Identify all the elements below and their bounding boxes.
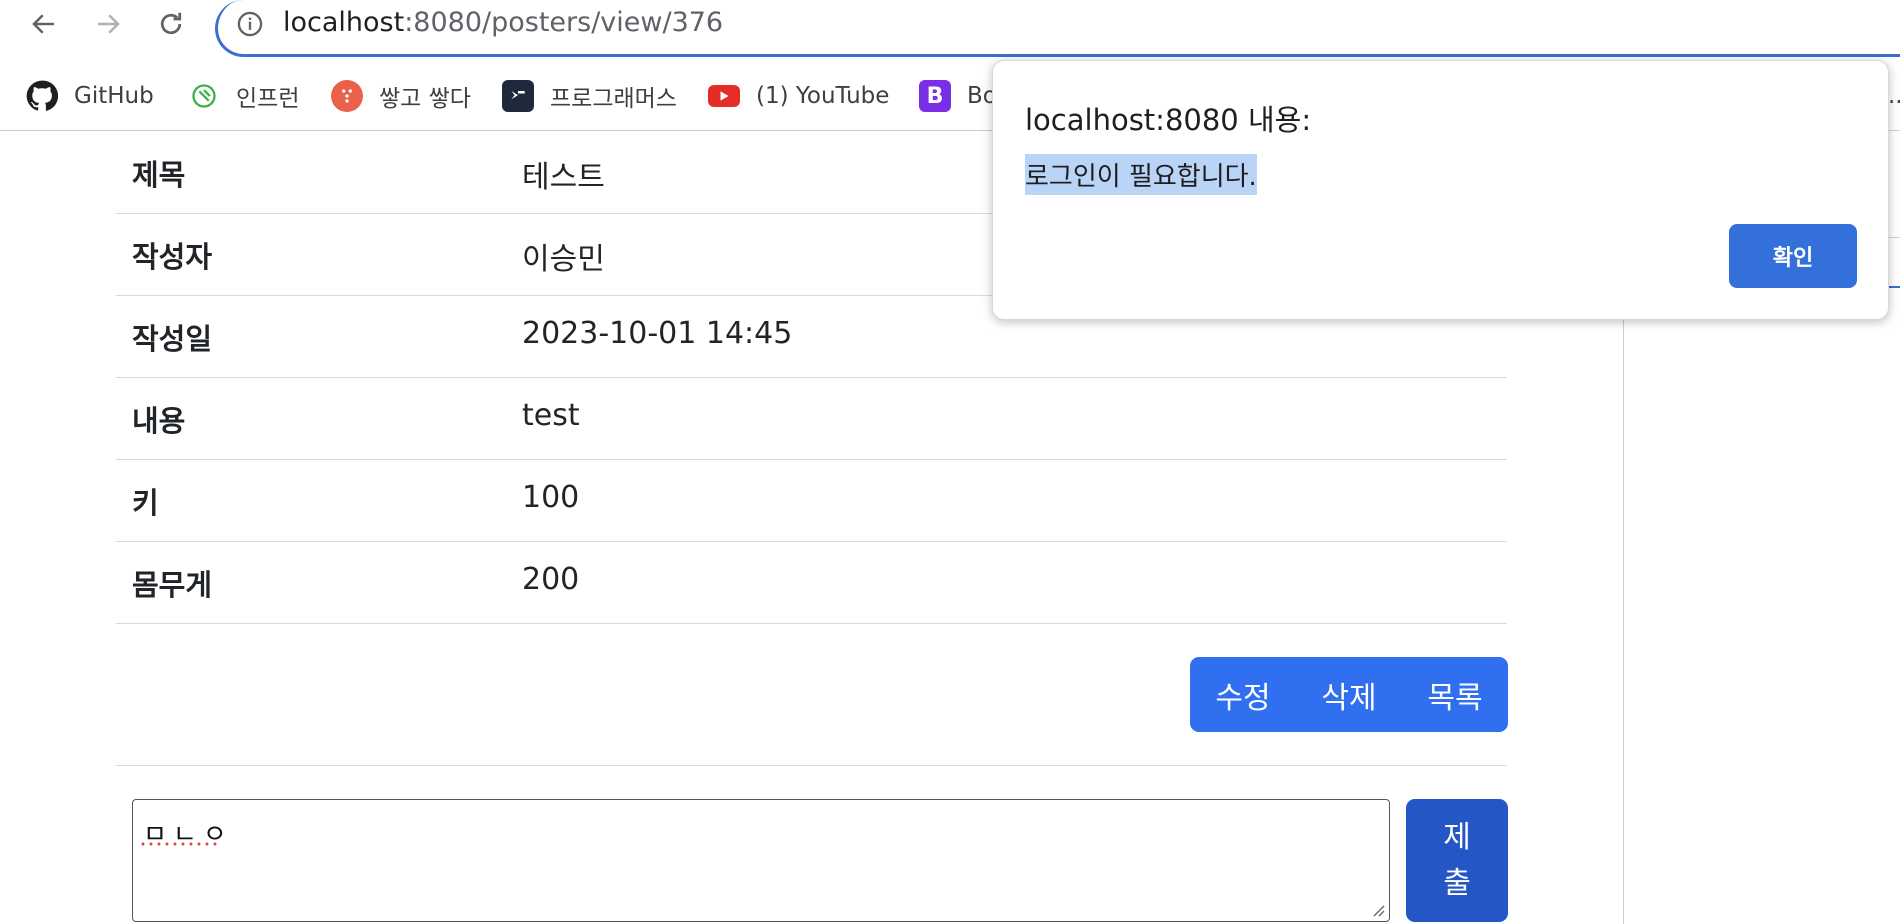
bookmark-stack[interactable]: 쌓고 쌓다 [331,76,471,116]
right-panel-border [1623,300,1624,924]
arrow-right-icon [98,14,120,34]
comment-textarea[interactable]: ㅁㄴㅇ [132,799,1390,922]
row-value: 테스트 [522,160,605,195]
bookmark-github[interactable]: GitHub [26,76,154,116]
post-action-buttons: 수정 삭제 목록 [1190,657,1508,732]
bookmarks-overflow[interactable]: ... [1888,76,1900,116]
submit-comment-button[interactable]: 제 출 [1406,799,1508,922]
right-panel-edge [1888,130,1900,238]
row-value: 이승민 [522,242,605,277]
row-value: 100 [522,480,580,515]
forward-button[interactable] [90,6,126,42]
row-value: test [522,398,580,433]
url-text: localhost:8080/posters/view/376 [283,7,723,38]
alert-dialog: localhost:8080 내용: 로그인이 필요합니다. 확인 [992,60,1889,320]
bookmark-programmers[interactable]: 프로그래머스 [502,76,677,116]
bootstrap-icon: B [919,80,951,112]
address-bar[interactable]: localhost:8080/posters/view/376 [215,0,1900,57]
bookmark-label: 쌓고 쌓다 [379,86,471,112]
spellcheck-underline [139,842,219,846]
edit-button[interactable]: 수정 [1190,657,1296,732]
youtube-icon [708,85,740,107]
back-button[interactable] [26,6,62,42]
browser-toolbar: localhost:8080/posters/view/376 [0,0,1900,58]
url-path: :8080/posters/view/376 [404,7,724,38]
github-icon [26,80,58,112]
bookmark-inflearn[interactable]: 인프런 [188,76,299,116]
row-label: 내용 [132,404,186,438]
row-label: 몸무게 [132,568,213,602]
bookmark-youtube[interactable]: (1) YouTube [708,76,889,116]
submit-label-line2: 출 [1443,865,1471,901]
row-label: 키 [132,486,159,520]
bookmark-label: (1) YouTube [756,83,890,109]
row-label: 작성자 [132,240,213,274]
table-row: 키 100 [116,460,1507,542]
row-value: 200 [522,562,580,597]
reload-icon [160,12,182,35]
resize-handle-icon[interactable] [1371,903,1385,917]
row-value: 2023-10-01 14:45 [522,316,793,351]
delete-button[interactable]: 삭제 [1296,657,1402,732]
row-label: 제목 [132,158,186,192]
inflearn-icon [188,80,220,112]
table-row: 내용 test [116,378,1507,460]
table-row: 몸무게 200 [116,542,1507,624]
dialog-message: 로그인이 필요합니다. [1025,154,1257,195]
row-label: 작성일 [132,322,213,356]
section-divider [116,765,1507,766]
arrow-left-icon [32,14,54,34]
bookmark-label: 인프런 [236,86,300,112]
dialog-title: localhost:8080 내용: [1025,103,1312,137]
submit-label-line1: 제 [1443,819,1471,855]
bookmark-label: GitHub [74,83,154,109]
reload-button[interactable] [153,6,189,42]
list-button[interactable]: 목록 [1402,657,1508,732]
url-host: localhost [283,7,405,38]
dots-icon [331,80,363,112]
right-panel-input-edge [1888,240,1900,288]
bookmark-bootstrap[interactable]: B Bo [919,76,997,116]
ok-button[interactable]: 확인 [1729,224,1857,288]
programmers-icon [502,80,534,112]
bookmark-label: 프로그래머스 [550,86,677,112]
overflow-label: ... [1888,83,1900,109]
site-info-icon[interactable] [236,10,264,38]
